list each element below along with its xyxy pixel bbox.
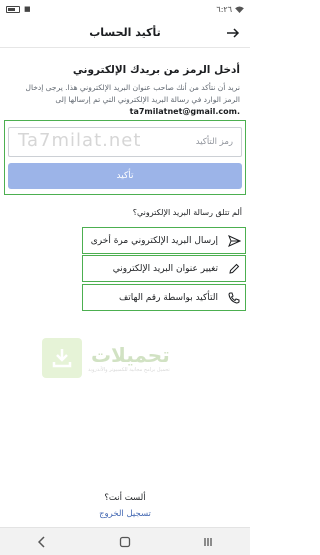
logo-subtitle: تحميل برامج مجانية للكمبيوتر والأندرويد (88, 367, 170, 373)
header: تأكيد الحساب (0, 18, 250, 48)
logo-title: تحميلات (90, 343, 170, 367)
highlight-box (82, 284, 246, 311)
status-bar: ■ ٦:٢٦ (0, 0, 250, 18)
logo-text: تحميلات تحميل برامج مجانية للكمبيوتر وال… (88, 343, 170, 373)
intro: أدخل الرمز من بريدك الإلكتروني نريد أن ن… (10, 58, 241, 116)
status-icons-right: ٦:٢٦ (216, 5, 244, 14)
no-email-text: ألم تتلق رسالة البريد الإلكتروني؟ (132, 208, 242, 217)
back-chevron-icon (37, 535, 45, 548)
battery-icon (6, 5, 20, 13)
recents-icon (204, 537, 212, 546)
arrow-right-icon (226, 27, 240, 38)
highlight-box (82, 227, 246, 254)
logo-watermark: تحميلات تحميل برامج مجانية للكمبيوتر وال… (42, 335, 212, 381)
home-icon (119, 536, 131, 547)
page-title: تأكيد الحساب (89, 26, 161, 39)
wifi-icon (235, 5, 244, 13)
main-heading: أدخل الرمز من بريدك الإلكتروني (72, 64, 240, 76)
nav-home-button[interactable] (114, 533, 136, 551)
download-logo-icon (42, 338, 82, 378)
back-button[interactable] (224, 24, 242, 42)
status-icons-left: ■ (6, 5, 31, 13)
navigation-bar (0, 527, 250, 555)
highlight-box (4, 120, 246, 195)
nav-recents-button[interactable] (197, 533, 219, 551)
logout-link[interactable]: تسجيل الخروج (0, 509, 250, 519)
not-you-text: ألست أنت؟ (104, 493, 146, 503)
status-time: ٦:٢٦ (216, 4, 232, 14)
email-address: ta7milatnet@gmail.com. (129, 107, 240, 116)
notification-icon: ■ (24, 5, 31, 13)
highlight-box (82, 255, 246, 282)
nav-back-button[interactable] (31, 533, 53, 551)
description-text: نريد أن نتأكد من أنك صاحب عنوان البريد ا… (25, 83, 241, 104)
